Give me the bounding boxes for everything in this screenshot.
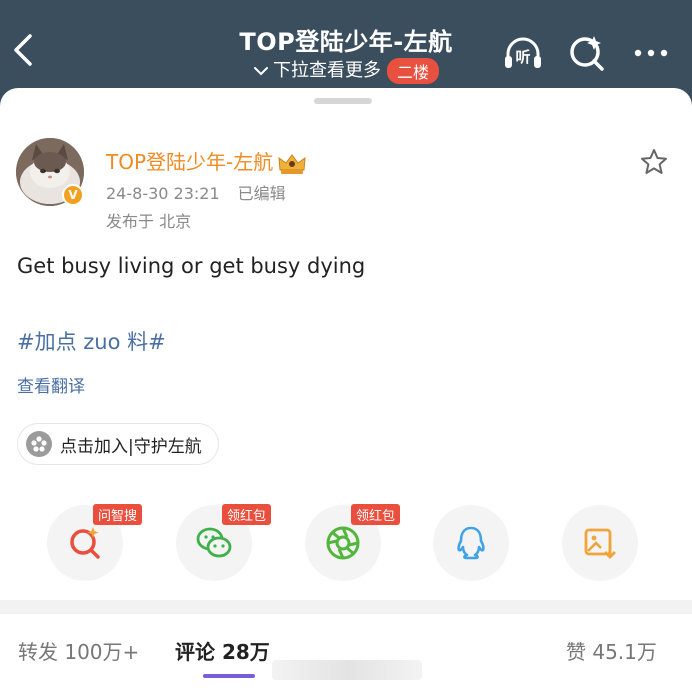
ai-search-icon <box>70 527 100 559</box>
listen-button[interactable]: 听 <box>502 32 544 74</box>
save-image-button[interactable] <box>562 505 638 581</box>
moments-red-packet-tag: 领红包 <box>351 504 401 525</box>
hashtag-link[interactable]: #加点 zuo 料# <box>17 326 166 356</box>
active-tab-indicator <box>203 674 255 678</box>
verified-badge: V <box>62 184 84 206</box>
qq-share-button[interactable] <box>433 505 509 581</box>
star-icon <box>641 149 667 174</box>
listen-icon: 听 <box>505 37 541 68</box>
translate-link[interactable]: 查看翻译 <box>17 372 85 397</box>
moments-icon <box>326 526 360 560</box>
drag-handle[interactable] <box>314 98 372 104</box>
qq-icon <box>457 526 485 560</box>
guard-icon <box>26 431 52 457</box>
more-icon <box>634 49 668 57</box>
more-button[interactable] <box>630 32 672 74</box>
join-guard-label: 点击加入|守护左航 <box>60 436 202 457</box>
svg-text:听: 听 <box>515 48 530 66</box>
wechat-red-packet-tag: 领红包 <box>222 504 272 525</box>
join-guard-button[interactable]: 点击加入|守护左航 <box>17 423 219 465</box>
floor-badge[interactable]: 二楼 <box>386 58 439 84</box>
post-location: 发布于 北京 <box>106 212 192 231</box>
post-card: V TOP登陆少年-左航 24-8-30 23:21 已编辑 发布于 北京 Get… <box>0 88 692 688</box>
search-icon <box>570 36 604 71</box>
post-meta: 24-8-30 23:21 已编辑 <box>106 180 286 204</box>
top-nav-bar: TOP登陆少年-左航 下拉查看更多 二楼 听 <box>0 0 692 96</box>
favorite-button[interactable] <box>640 148 668 176</box>
post-date: 24-8-30 23:21 <box>106 184 220 203</box>
pull-down-label: 下拉查看更多 <box>272 60 381 81</box>
tab-repost[interactable]: 转发 100万+ <box>18 636 139 665</box>
save-image-icon <box>584 528 616 559</box>
chevron-down-icon <box>253 67 268 76</box>
search-button[interactable] <box>566 32 608 74</box>
crown-icon[interactable] <box>277 152 307 176</box>
wechat-icon <box>196 527 232 558</box>
ai-search-tag: 问智搜 <box>93 504 143 525</box>
blurred-watermark <box>272 660 422 680</box>
edited-label[interactable]: 已编辑 <box>238 184 286 203</box>
author-name[interactable]: TOP登陆少年-左航 <box>106 146 307 176</box>
author-name-text: TOP登陆少年-左航 <box>106 150 274 174</box>
section-divider <box>0 600 692 614</box>
tab-comments[interactable]: 评论 28万 <box>175 636 270 665</box>
tab-likes[interactable]: 赞 45.1万 <box>566 636 657 665</box>
post-text: Get busy living or get busy dying <box>17 254 366 278</box>
